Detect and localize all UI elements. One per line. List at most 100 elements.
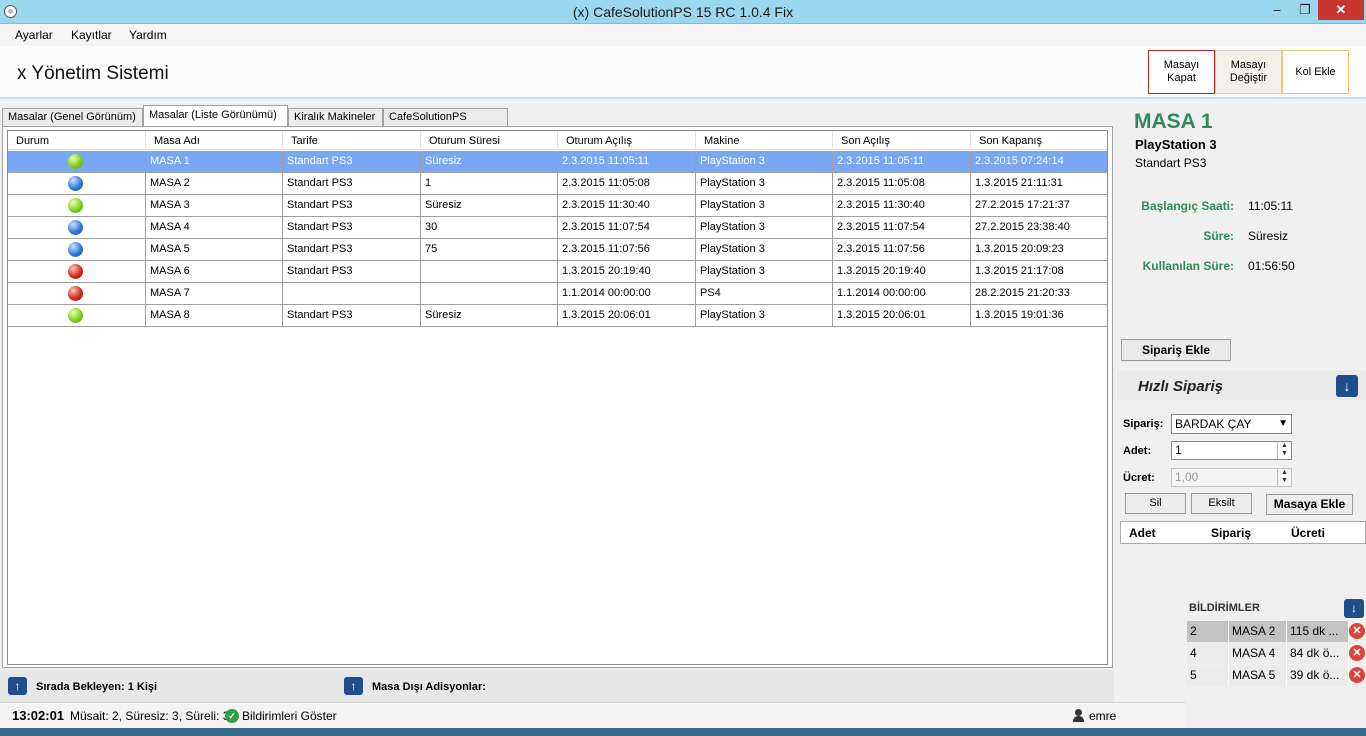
tab-bulten[interactable]: CafeSolutionPS Bülteni	[383, 108, 508, 139]
cell-son-acilis: 2.3.2015 11:05:11	[833, 151, 971, 172]
notification-row[interactable]: 2 MASA 2 115 dk ... ✕	[1187, 621, 1366, 643]
maximize-button[interactable]: ❐	[1292, 0, 1318, 20]
adet-label: Adet:	[1123, 445, 1152, 457]
status-summary: Müsait: 2, Süresiz: 3, Süreli: 3	[70, 709, 230, 723]
cell-sure	[421, 283, 558, 304]
table-row[interactable]: MASA 7 1.1.2014 00:00:00 PS4 1.1.2014 00:00…	[8, 283, 1107, 305]
cell-sure: 75	[421, 239, 558, 260]
masa-grid[interactable]: Durum Masa Adı Tarife Oturum Süresi Otur…	[7, 130, 1108, 665]
cell-name: MASA 8	[146, 305, 283, 326]
sure-value: Süresiz	[1248, 229, 1289, 243]
sure-label: Süre:	[1203, 229, 1234, 243]
masayi-degistir-button[interactable]: Masayı Değiştir	[1215, 50, 1282, 94]
cell-acilis: 1.3.2015 20:06:01	[558, 305, 696, 326]
menu-yardim[interactable]: Yardım	[129, 28, 167, 42]
masaya-ekle-button[interactable]: Masaya Ekle	[1266, 494, 1353, 515]
notification-n: 2	[1187, 621, 1229, 642]
table-row[interactable]: MASA 4 Standart PS3 30 2.3.2015 11:07:54 Pla…	[8, 217, 1107, 239]
cell-son-kapanis: 28.2.2015 21:20:33	[975, 287, 1070, 299]
dismiss-icon[interactable]: ✕	[1349, 623, 1365, 639]
arrow-down-icon[interactable]: ↓	[1344, 599, 1364, 618]
notification-msg: 115 dk ...	[1287, 621, 1349, 642]
check-icon[interactable]: ✓	[225, 709, 239, 723]
kol-ekle-button[interactable]: Kol Ekle	[1282, 50, 1349, 94]
cell-makine: PlayStation 3	[696, 217, 833, 238]
outside-label: Masa Dışı Adisyonlar:	[372, 681, 486, 693]
arrow-up-icon[interactable]: ↑	[8, 677, 27, 695]
siparis-select[interactable]: BARDAK ÇAY ▼	[1171, 414, 1292, 434]
cell-acilis: 2.3.2015 11:05:11	[558, 151, 696, 172]
cell-son-acilis: 2.3.2015 11:07:54	[833, 217, 971, 238]
cell-name: MASA 2	[146, 173, 283, 194]
hizli-siparis-header: Hızlı Sipariş ↓	[1118, 370, 1366, 400]
cell-name: MASA 6	[146, 261, 283, 282]
notification-msg: 39 dk ö...	[1287, 665, 1349, 686]
table-row[interactable]: MASA 5 Standart PS3 75 2.3.2015 11:07:56 Pla…	[8, 239, 1107, 261]
notification-row[interactable]: 5 MASA 5 39 dk ö... ✕	[1187, 665, 1366, 687]
col-adet: Adet	[1129, 526, 1156, 540]
cell-son-kapanis: 2.3.2015 07:24:14	[975, 155, 1064, 167]
username: emre	[1089, 709, 1117, 723]
cell-son-acilis: 1.3.2015 20:19:40	[833, 261, 971, 282]
dismiss-icon[interactable]: ✕	[1349, 645, 1365, 661]
col-oturum-acilis[interactable]: Oturum Açılış	[558, 131, 696, 150]
col-tarife[interactable]: Tarife	[283, 131, 421, 150]
notification-row[interactable]: 4 MASA 4 84 dk ö... ✕	[1187, 643, 1366, 665]
cell-tarife: Standart PS3	[283, 239, 421, 260]
masayi-kapat-button[interactable]: Masayı Kapat	[1148, 50, 1215, 94]
cell-makine: PlayStation 3	[696, 195, 833, 216]
status-bar: 13:02:01 Müsait: 2, Süresiz: 3, Süreli: …	[0, 702, 1186, 728]
table-row[interactable]: MASA 6 Standart PS3 1.3.2015 20:19:40 PlayS…	[8, 261, 1107, 283]
eksilt-button[interactable]: Eksilt	[1191, 493, 1252, 514]
notification-masa: MASA 5	[1229, 665, 1287, 686]
table-row[interactable]: MASA 8 Standart PS3 Süresiz 1.3.2015 20:06:…	[8, 305, 1107, 327]
cell-tarife: Standart PS3	[283, 195, 421, 216]
cell-son-acilis: 1.1.2014 00:00:00	[833, 283, 971, 304]
cell-name: MASA 7	[146, 283, 283, 304]
col-son-kapanis[interactable]: Son Kapanış	[971, 131, 1107, 150]
menu-kayitlar[interactable]: Kayıtlar	[71, 28, 112, 42]
tab-genel-gorunum[interactable]: Masalar (Genel Görünüm)	[2, 108, 143, 126]
tab-kiralik-makineler[interactable]: Kiralık Makineler	[288, 108, 383, 126]
adet-stepper[interactable]: 1 ▲ ▼	[1171, 441, 1292, 460]
dismiss-icon[interactable]: ✕	[1349, 667, 1365, 683]
status-green-icon	[68, 308, 83, 323]
cell-son-acilis: 2.3.2015 11:30:40	[833, 195, 971, 216]
col-masa-adi[interactable]: Masa Adı	[146, 131, 283, 150]
cell-acilis: 1.3.2015 20:19:40	[558, 261, 696, 282]
menu-ayarlar[interactable]: Ayarlar	[15, 28, 53, 42]
ucret-label: Ücret:	[1123, 472, 1155, 484]
kullanilan-value: 01:56:50	[1248, 259, 1295, 273]
col-siparis: Sipariş	[1211, 526, 1252, 540]
col-son-acilis[interactable]: Son Açılış	[833, 131, 971, 150]
cell-makine: PlayStation 3	[696, 151, 833, 172]
cell-sure: 30	[421, 217, 558, 238]
status-cell	[8, 239, 146, 260]
status-blue-icon	[68, 220, 83, 235]
status-cell	[8, 151, 146, 172]
col-makine[interactable]: Makine	[696, 131, 833, 150]
status-cell	[8, 173, 146, 194]
close-button[interactable]: ✕	[1318, 0, 1364, 20]
siparis-ekle-button[interactable]: Sipariş Ekle	[1121, 339, 1231, 361]
col-durum[interactable]: Durum	[8, 131, 146, 150]
arrow-up-icon[interactable]: ↑	[344, 677, 363, 695]
table-row[interactable]: MASA 2 Standart PS3 1 2.3.2015 11:05:08 Play…	[8, 173, 1107, 195]
cell-son-kapanis: 27.2.2015 23:38:40	[975, 221, 1070, 233]
minimize-button[interactable]: ‒	[1262, 0, 1292, 20]
table-row[interactable]: MASA 3 Standart PS3 Süresiz 2.3.2015 11:30:…	[8, 195, 1107, 217]
table-row[interactable]: MASA 1 Standart PS3 Süresiz 2.3.2015 11:05:…	[8, 151, 1107, 173]
cell-name: MASA 1	[146, 151, 283, 172]
clock: 13:02:01	[12, 708, 65, 723]
show-notifications-link[interactable]: Bildirimleri Göster	[242, 709, 337, 723]
grid-header: Durum Masa Adı Tarife Oturum Süresi Otur…	[8, 131, 1107, 150]
stepper-arrows-icon[interactable]: ▲ ▼	[1277, 442, 1291, 459]
cell-son-acilis: 2.3.2015 11:05:08	[833, 173, 971, 194]
cell-makine: PlayStation 3	[696, 173, 833, 194]
baslangic-label: Başlangıç Saati:	[1141, 199, 1234, 213]
sil-button[interactable]: Sil	[1125, 493, 1186, 514]
arrow-down-icon[interactable]: ↓	[1336, 375, 1358, 397]
notification-n: 5	[1187, 665, 1229, 686]
col-oturum-suresi[interactable]: Oturum Süresi	[421, 131, 558, 150]
tab-liste-gorunumu[interactable]: Masalar (Liste Görünümü)	[143, 105, 288, 127]
